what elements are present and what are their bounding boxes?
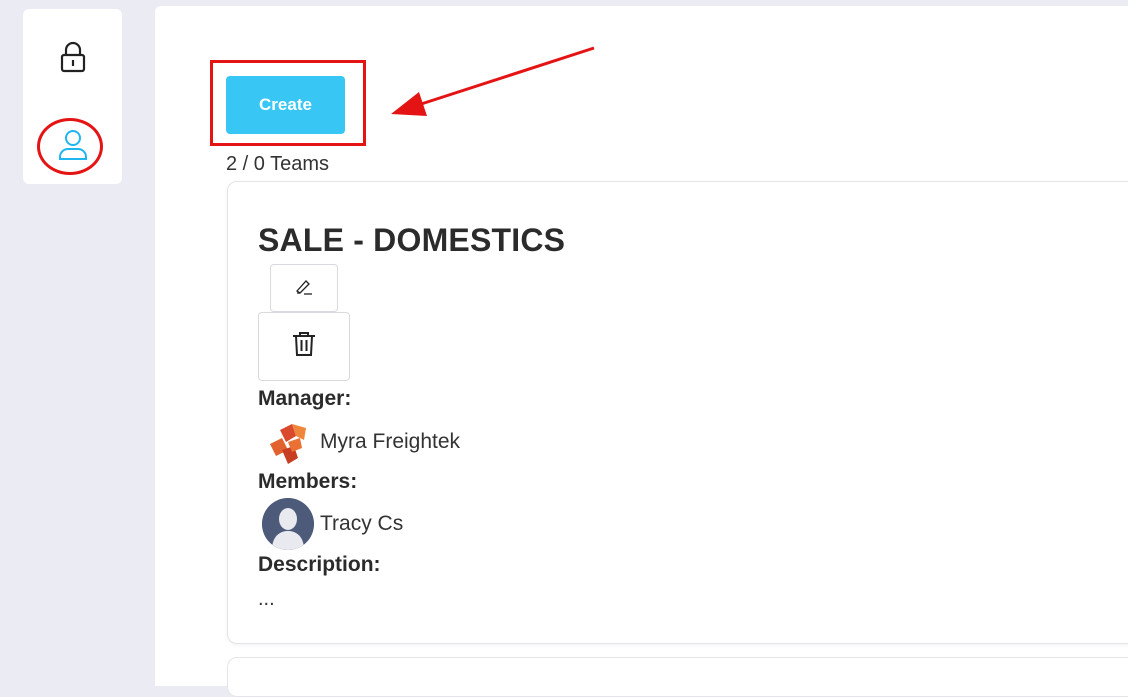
description-value: ...	[258, 588, 275, 610]
user-icon	[57, 128, 89, 167]
sidebar-item-user[interactable]	[23, 117, 122, 177]
manager-label: Manager:	[258, 387, 352, 410]
main-panel: Create 2 / 0 Teams SALE - DOMESTICS Mana…	[155, 6, 1128, 697]
sidebar	[23, 9, 122, 184]
create-button[interactable]: Create	[226, 76, 345, 134]
member-avatar	[262, 498, 314, 550]
description-label: Description:	[258, 553, 381, 576]
member-name: Tracy Cs	[320, 512, 404, 535]
team-name: SALE - DOMESTICS	[258, 222, 566, 258]
members-label: Members:	[258, 470, 358, 493]
lock-icon	[58, 40, 88, 79]
delete-team-button[interactable]	[258, 312, 350, 381]
team-count: 2 / 0 Teams	[226, 153, 330, 175]
manager-entry: Myra Freightek	[262, 416, 460, 468]
annotation-arrow-icon	[391, 46, 595, 116]
pencil-icon	[294, 276, 314, 301]
trash-icon	[291, 330, 317, 363]
manager-avatar	[262, 416, 314, 468]
team-card: SALE - DOMESTICS Manager: Myra Freightek…	[227, 181, 1128, 644]
sidebar-item-lock[interactable]	[23, 29, 122, 89]
edit-team-button[interactable]	[270, 264, 338, 312]
member-entry: Tracy Cs	[262, 498, 403, 550]
team-card-next	[227, 657, 1128, 697]
manager-name: Myra Freightek	[320, 430, 461, 453]
